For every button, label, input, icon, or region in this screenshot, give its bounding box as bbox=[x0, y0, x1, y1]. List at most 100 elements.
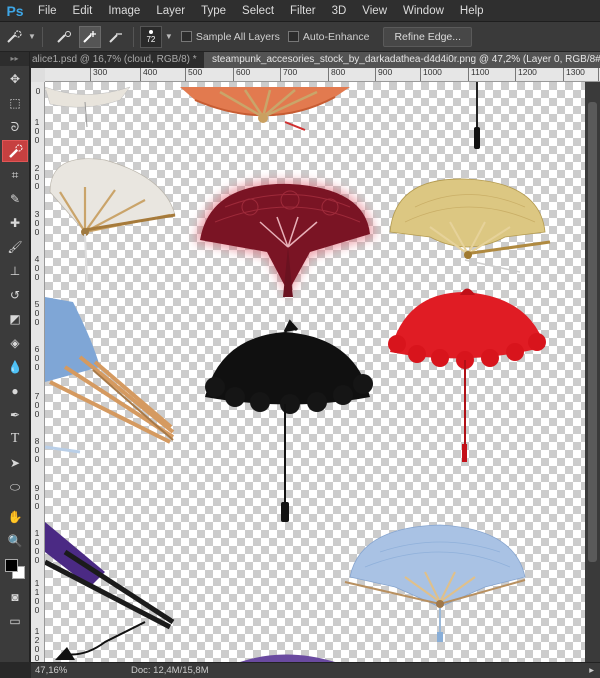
quick-mask-icon: ◙ bbox=[11, 590, 19, 604]
history-brush-tool[interactable]: ↺ bbox=[2, 284, 28, 306]
crop-tool[interactable]: ⌗ bbox=[2, 164, 28, 186]
auto-enhance-checkbox[interactable] bbox=[287, 31, 299, 42]
history-brush-icon: ↺ bbox=[9, 288, 21, 302]
tab-alice1[interactable]: alice1.psd @ 16,7% (cloud, RGB/8) * × bbox=[24, 52, 204, 68]
ruler-tick: 7 0 0 bbox=[34, 391, 40, 419]
tool-preset-picker[interactable] bbox=[4, 26, 26, 48]
brush-tool[interactable]: 🖌 bbox=[2, 236, 28, 258]
eraser-tool[interactable]: ◩ bbox=[2, 308, 28, 330]
new-selection-button[interactable] bbox=[53, 26, 75, 48]
move-icon: ✥ bbox=[9, 72, 21, 86]
ruler-tick: 1 1 0 0 bbox=[34, 578, 40, 615]
chevron-down-icon[interactable]: ▼ bbox=[28, 32, 36, 41]
blue-fan-diagonal-image bbox=[45, 297, 175, 454]
quick-mask-button[interactable]: ◙ bbox=[2, 586, 28, 608]
clone-stamp-tool[interactable]: ⊥ bbox=[2, 260, 28, 282]
brush-icon: 🖌 bbox=[7, 240, 23, 254]
ruler-tick: 1 2 0 0 bbox=[34, 626, 40, 663]
ruler-tick: 900 bbox=[375, 68, 392, 81]
ruler-tick: 1 0 0 bbox=[34, 117, 40, 145]
menu-image[interactable]: Image bbox=[100, 0, 148, 22]
arrow-icon: ➤ bbox=[9, 456, 21, 470]
quick-selection-icon bbox=[9, 144, 23, 158]
healing-brush-tool[interactable]: ✚ bbox=[2, 212, 28, 234]
white-lace-fan-image bbox=[49, 158, 176, 283]
lasso-tool[interactable]: ᘐ bbox=[2, 116, 28, 138]
tab-label: steampunk_accesories_stock_by_darkadathe… bbox=[212, 54, 600, 65]
horizontal-ruler[interactable]: 300 400 500 600 700 800 900 1000 1100 12… bbox=[45, 68, 600, 82]
foreground-color-swatch[interactable] bbox=[5, 559, 18, 572]
brush-size-picker[interactable]: 72 bbox=[139, 25, 162, 48]
chevron-right-icon[interactable]: ▸ bbox=[589, 665, 594, 676]
toolbox: ▸▸ ✥ ⬚ ᘐ ⌗ ✎ ✚ 🖌 ⊥ ↺ ◩ ◈ 💧 ● ✒ T ➤ ⬭ ✋ 🔍… bbox=[0, 52, 30, 662]
orange-fan-top-image bbox=[180, 87, 350, 131]
ellipse-icon: ⬭ bbox=[9, 479, 21, 494]
vertical-ruler[interactable]: 0 1 0 0 2 0 0 3 0 0 4 0 0 5 0 0 6 0 0 7 … bbox=[31, 82, 45, 662]
marquee-tool[interactable]: ⬚ bbox=[2, 92, 28, 114]
ruler-tick: 800 bbox=[328, 68, 345, 81]
menu-help[interactable]: Help bbox=[452, 0, 492, 22]
magnifier-icon: 🔍 bbox=[7, 534, 23, 548]
menu-type[interactable]: Type bbox=[193, 0, 234, 22]
zoom-tool[interactable]: 🔍 bbox=[2, 530, 28, 552]
bandage-icon: ✚ bbox=[9, 216, 21, 230]
eraser-icon: ◩ bbox=[9, 312, 21, 326]
ruler-tick: 8 0 0 bbox=[34, 436, 40, 464]
quick-selection-icon bbox=[7, 29, 22, 43]
ruler-tick: 1100 bbox=[468, 68, 489, 81]
scrollbar-thumb[interactable] bbox=[588, 102, 597, 562]
move-tool[interactable]: ✥ bbox=[2, 68, 28, 90]
brush-add-icon bbox=[83, 30, 96, 43]
ruler-tick: 5 0 0 bbox=[34, 299, 40, 327]
vertical-scrollbar[interactable] bbox=[585, 82, 600, 662]
menu-edit[interactable]: Edit bbox=[65, 0, 101, 22]
status-bar: 47,16% Doc: 12,4M/15,8M ▸ bbox=[31, 662, 600, 678]
pen-tool[interactable]: ✒ bbox=[2, 404, 28, 426]
type-tool[interactable]: T bbox=[2, 428, 28, 450]
document-size: Doc: 12,4M/15,8M bbox=[131, 665, 209, 676]
ruler-tick: 3 0 0 bbox=[34, 209, 40, 237]
brush-new-icon bbox=[57, 30, 71, 43]
sample-all-layers-checkbox[interactable] bbox=[180, 31, 192, 42]
photoshop-logo: Ps bbox=[6, 2, 24, 19]
options-bar: ▼ 72 ▼ Sample All Layers Auto-Enhance Re… bbox=[0, 22, 600, 52]
menu-bar: Ps File Edit Image Layer Type Select Fil… bbox=[0, 0, 600, 22]
tab-steampunk[interactable]: steampunk_accesories_stock_by_darkadathe… bbox=[204, 52, 600, 68]
menu-file[interactable]: File bbox=[30, 0, 65, 22]
screen-mode-button[interactable]: ▭ bbox=[2, 610, 28, 632]
ruler-tick: 0 bbox=[35, 86, 41, 96]
quick-selection-tool[interactable] bbox=[2, 140, 28, 162]
dodge-tool[interactable]: ● bbox=[2, 380, 28, 402]
document-canvas[interactable] bbox=[45, 82, 585, 662]
paint-bucket-tool[interactable]: ◈ bbox=[2, 332, 28, 354]
hand-tool[interactable]: ✋ bbox=[2, 506, 28, 528]
menu-select[interactable]: Select bbox=[234, 0, 282, 22]
add-to-selection-button[interactable] bbox=[78, 25, 101, 48]
chevron-down-icon[interactable]: ▼ bbox=[165, 32, 173, 41]
menu-3d[interactable]: 3D bbox=[324, 0, 355, 22]
ruler-tick: 1000 bbox=[420, 68, 442, 81]
refine-edge-button[interactable]: Refine Edge... bbox=[383, 26, 472, 47]
subtract-from-selection-button[interactable] bbox=[105, 26, 127, 48]
menu-window[interactable]: Window bbox=[395, 0, 452, 22]
path-selection-tool[interactable]: ➤ bbox=[2, 452, 28, 474]
sample-all-layers-label: Sample All Layers bbox=[195, 30, 280, 43]
menu-view[interactable]: View bbox=[354, 0, 395, 22]
menu-layer[interactable]: Layer bbox=[148, 0, 193, 22]
brush-dot-icon bbox=[148, 29, 153, 34]
canvas-artwork bbox=[45, 82, 551, 662]
ruler-tick: 600 bbox=[233, 68, 250, 81]
zoom-level[interactable]: 47,16% bbox=[31, 665, 83, 676]
dodge-icon: ● bbox=[11, 384, 19, 398]
menu-filter[interactable]: Filter bbox=[282, 0, 324, 22]
ruler-tick: 400 bbox=[140, 68, 157, 81]
shape-tool[interactable]: ⬭ bbox=[2, 476, 28, 498]
ruler-tick: 9 0 0 bbox=[34, 483, 40, 511]
toolbox-grip[interactable]: ▸▸ bbox=[0, 52, 29, 66]
white-fan-top-image bbox=[45, 86, 131, 128]
color-swatches[interactable] bbox=[2, 556, 28, 582]
ruler-corner[interactable] bbox=[31, 68, 45, 82]
eyedropper-tool[interactable]: ✎ bbox=[2, 188, 28, 210]
blur-tool[interactable]: 💧 bbox=[2, 356, 28, 378]
purple-lace-fragment-image bbox=[240, 654, 335, 662]
